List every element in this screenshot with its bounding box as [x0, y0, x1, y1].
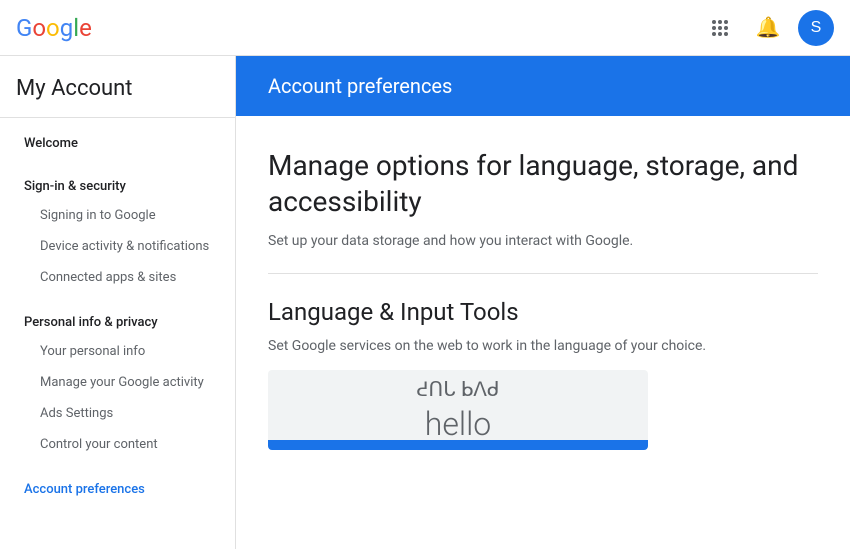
content-header-title: Account preferences [268, 74, 818, 98]
sidebar-section-welcome-header[interactable]: Welcome [0, 130, 235, 157]
logo-o1: o [32, 14, 46, 42]
sidebar-section-personal-header[interactable]: Personal info & privacy [0, 309, 235, 336]
logo-g2: g [60, 14, 73, 42]
sidebar-item-personal-info[interactable]: Your personal info [0, 336, 235, 367]
main-layout: My Account Welcome Sign-in & security Si… [0, 56, 850, 549]
sidebar-title: My Account [0, 56, 235, 118]
sub-section-title: Language & Input Tools [268, 298, 818, 326]
header-left: G o o g l e [16, 14, 92, 42]
sidebar-item-signing-in[interactable]: Signing in to Google [0, 200, 235, 231]
main-section-title: Manage options for language, storage, an… [268, 148, 818, 221]
sidebar-item-connected-apps[interactable]: Connected apps & sites [0, 262, 235, 293]
language-card-bar [268, 440, 648, 450]
sidebar-item-control-content[interactable]: Control your content [0, 429, 235, 460]
language-card[interactable]: ᕍᑎᒐ ᖯᐱᑯ hello [268, 370, 648, 450]
sidebar-section-account-pref-header[interactable]: Account preferences [0, 476, 235, 503]
sidebar-item-device-activity[interactable]: Device activity & notifications [0, 231, 235, 262]
sidebar-section-welcome: Welcome [0, 118, 235, 161]
main-section-subtitle: Set up your data storage and how you int… [268, 233, 818, 249]
sidebar-section-signin: Sign-in & security Signing in to Google … [0, 161, 235, 297]
notifications-button[interactable]: 🔔 [750, 10, 786, 46]
google-logo: G o o g l e [16, 14, 92, 42]
avatar-letter: S [811, 19, 822, 37]
sidebar-item-ads-settings[interactable]: Ads Settings [0, 398, 235, 429]
sidebar-section-account-pref: Account preferences [0, 464, 235, 507]
content-area: Account preferences Manage options for l… [236, 56, 850, 549]
sidebar-section-personal: Personal info & privacy Your personal in… [0, 297, 235, 464]
language-card-content: ᕍᑎᒐ ᖯᐱᑯ hello [416, 377, 499, 443]
apps-button[interactable] [702, 10, 738, 46]
sidebar-item-manage-activity[interactable]: Manage your Google activity [0, 367, 235, 398]
language-card-foreign: ᕍᑎᒐ ᖯᐱᑯ [416, 377, 499, 401]
avatar-button[interactable]: S [798, 10, 834, 46]
sidebar: My Account Welcome Sign-in & security Si… [0, 56, 236, 549]
grid-icon [712, 20, 728, 36]
section-divider [268, 273, 818, 274]
bell-icon: 🔔 [756, 15, 781, 40]
sub-section-subtitle: Set Google services on the web to work i… [268, 338, 818, 354]
app-header: G o o g l e 🔔 S [0, 0, 850, 56]
sidebar-section-signin-header[interactable]: Sign-in & security [0, 173, 235, 200]
logo-e: e [79, 14, 92, 42]
content-header: Account preferences [236, 56, 850, 116]
language-card-hello: hello [425, 405, 491, 443]
header-right: 🔔 S [702, 10, 834, 46]
content-body: Manage options for language, storage, an… [236, 116, 850, 450]
logo-o2: o [46, 14, 60, 42]
logo-g: G [16, 14, 32, 42]
